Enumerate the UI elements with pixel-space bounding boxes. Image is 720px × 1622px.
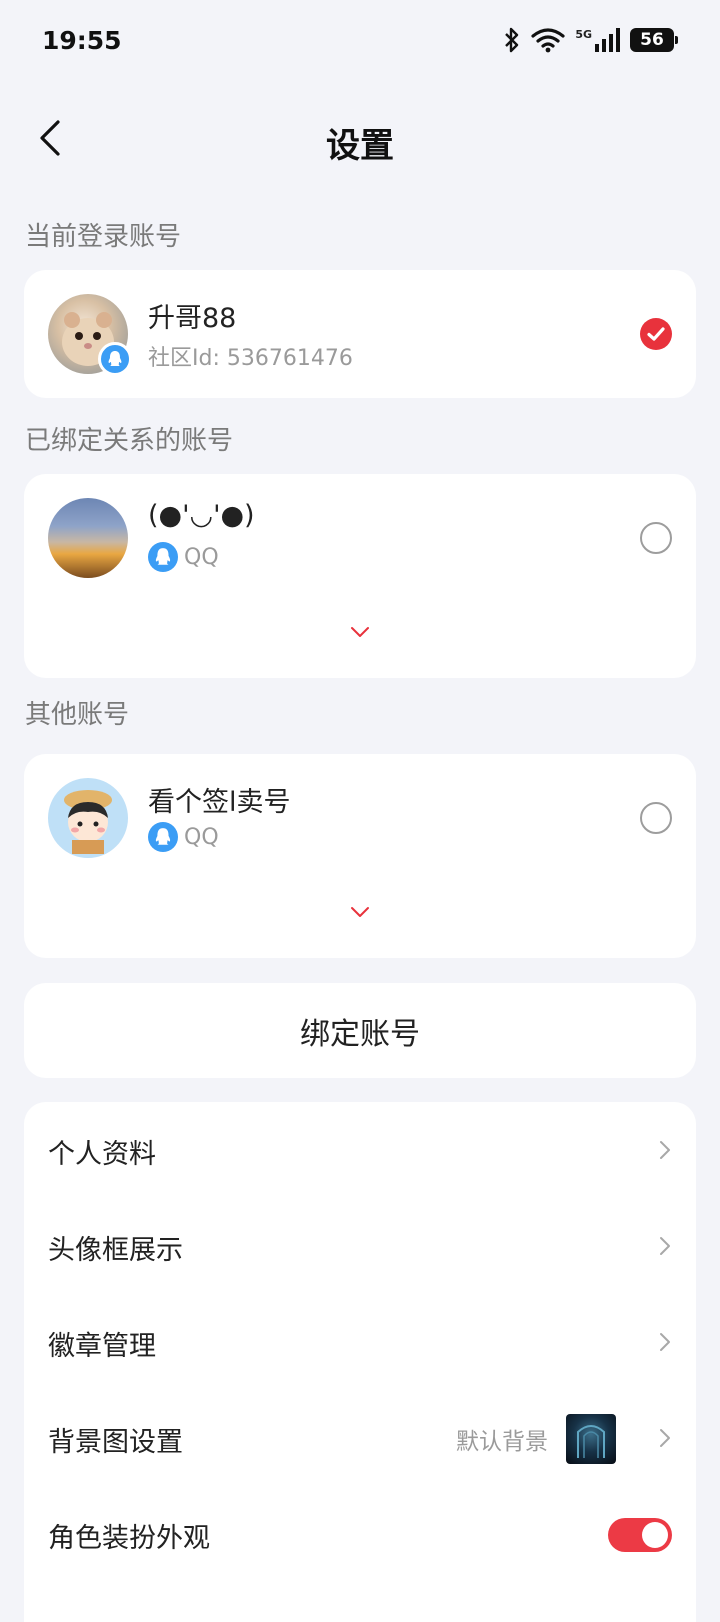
status-time: 19:55 — [42, 26, 122, 55]
menu-item-role-outfit[interactable]: 角色装扮外观 — [24, 1486, 696, 1582]
bind-account-button[interactable]: 绑定账号 — [24, 983, 696, 1078]
bluetooth-icon — [505, 27, 519, 53]
menu-item-profile[interactable]: 个人资料 — [24, 1102, 696, 1198]
account-name: (●'◡'●) — [148, 500, 255, 531]
avatar — [48, 498, 128, 578]
selected-check-icon[interactable] — [640, 318, 672, 350]
menu-item-background[interactable]: 背景图设置 默认背景 — [24, 1390, 696, 1486]
background-thumbnail — [566, 1414, 616, 1464]
account-name: 升哥88 — [148, 303, 237, 334]
background-value: 默认背景 — [456, 1429, 548, 1455]
expand-button[interactable] — [24, 904, 696, 923]
other-account-card[interactable]: 看个签l卖号 QQ — [24, 754, 696, 958]
select-radio[interactable] — [640, 802, 672, 834]
menu-item-badges[interactable]: 徽章管理 — [24, 1294, 696, 1390]
chevron-right-icon — [660, 1141, 670, 1159]
toggle-knob — [642, 1522, 668, 1548]
qq-icon — [148, 542, 178, 572]
status-icons: 5G 56 — [503, 26, 678, 54]
menu-item-label: 头像框展示 — [48, 1235, 183, 1266]
menu-item-avatar-frame[interactable]: 头像框展示 — [24, 1198, 696, 1294]
battery-level: 56 — [640, 30, 664, 50]
role-outfit-toggle[interactable] — [608, 1518, 672, 1552]
current-account-card[interactable]: 升哥88 社区Id: 536761476 — [24, 270, 696, 398]
menu-item-label: 角色装扮外观 — [48, 1523, 210, 1554]
wifi-icon — [531, 28, 565, 53]
network-label: 5G — [575, 27, 592, 41]
cartoon-girl-avatar-icon — [64, 790, 112, 854]
qq-icon — [148, 822, 178, 852]
chevron-down-icon — [351, 907, 369, 917]
select-radio[interactable] — [640, 522, 672, 554]
bind-account-label: 绑定账号 — [300, 1016, 420, 1052]
account-platform: QQ — [148, 542, 219, 572]
nav-bar: 设置 — [0, 100, 720, 180]
chevron-down-icon — [351, 627, 369, 637]
account-platform: QQ — [148, 822, 219, 852]
settings-menu: 个人资料 头像框展示 徽章管理 背景图设置 默认背景 角色装扮外观 — [24, 1102, 696, 1622]
expand-button[interactable] — [24, 624, 696, 643]
avatar — [48, 778, 128, 858]
qq-icon — [98, 342, 132, 376]
other-account-label: 其他账号 — [25, 700, 130, 730]
platform-text: QQ — [184, 544, 219, 570]
account-name: 看个签l卖号 — [148, 787, 291, 818]
menu-item-label: 个人资料 — [48, 1139, 156, 1170]
account-id: 社区Id: 536761476 — [148, 340, 353, 372]
bound-account-card[interactable]: (●'◡'●) QQ — [24, 474, 696, 678]
platform-text: QQ — [184, 824, 219, 850]
page-title: 设置 — [326, 126, 394, 166]
chevron-right-icon — [660, 1237, 670, 1255]
status-bar: 19:55 5G 56 — [0, 0, 720, 84]
menu-item-label: 徽章管理 — [48, 1331, 156, 1362]
bound-account-label: 已绑定关系的账号 — [25, 426, 234, 456]
signal-icon — [595, 28, 620, 52]
battery-icon: 56 — [630, 28, 678, 52]
account-id-text: 社区Id: 536761476 — [148, 346, 353, 371]
chevron-right-icon — [660, 1429, 670, 1447]
menu-item-label: 背景图设置 — [48, 1427, 183, 1458]
chevron-right-icon — [660, 1333, 670, 1351]
current-account-label: 当前登录账号 — [25, 222, 182, 252]
